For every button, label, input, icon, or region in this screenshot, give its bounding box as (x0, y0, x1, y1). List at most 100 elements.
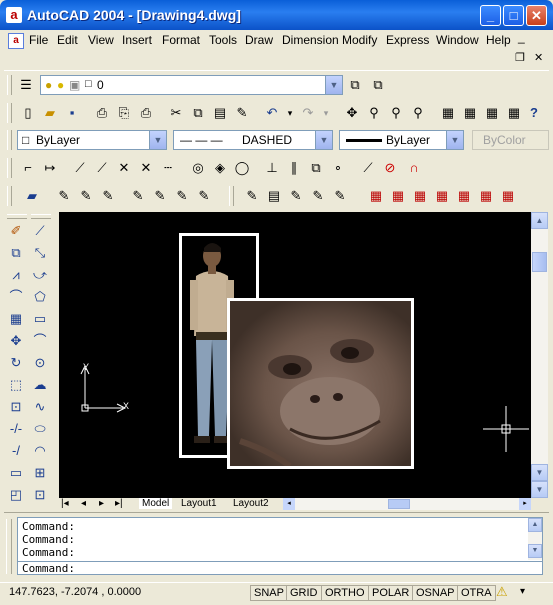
title-bar[interactable]: a AutoCAD 2004 - [Drawing4.dwg] _ □ ✕ (0, 0, 553, 30)
standard-express-3-icon[interactable]: ✎ (288, 188, 304, 204)
erase-icon[interactable]: ✐ (7, 222, 25, 240)
scroll-down-button[interactable]: ▼ (531, 464, 548, 481)
coordinates-display[interactable]: 147.7623, -7.2074 , 0.0000 (9, 586, 141, 598)
lineweight-dropdown[interactable]: ByLayer ▼ (339, 130, 464, 150)
zoom-previous-icon[interactable]: ⚲ (410, 105, 426, 121)
tab-layout1[interactable]: Layout1 (181, 498, 217, 509)
menu-tools[interactable]: Tools (209, 33, 237, 47)
polygon-icon[interactable]: ⬠ (31, 288, 49, 306)
properties-icon[interactable]: ▦ (440, 105, 456, 121)
chevron-down-icon[interactable]: ▼ (315, 131, 332, 149)
toolbar-grip[interactable] (7, 158, 12, 178)
snap-none-icon[interactable]: ⊘ (382, 160, 398, 176)
standard-express-1-icon[interactable]: ✎ (244, 188, 260, 204)
snap-quadrant-icon[interactable]: ◈ (212, 160, 228, 176)
doc-minimize-button[interactable]: _ (518, 30, 525, 44)
toolbar-grip[interactable] (31, 214, 51, 219)
snap-nearest-icon[interactable]: ⟋ (360, 160, 376, 176)
snap-midpoint-icon[interactable]: ⟋ (94, 160, 110, 176)
tab-model[interactable]: Model (139, 498, 173, 509)
snap-from-icon[interactable]: ↦ (42, 160, 58, 176)
revision-cloud-icon[interactable]: ☁ (31, 376, 49, 394)
tag-tools-icon[interactable]: ✎ (174, 188, 190, 204)
hscroll-thumb[interactable] (388, 499, 410, 509)
maximize-button[interactable]: □ (503, 5, 524, 26)
layer-dropdown[interactable]: ● ● ▣ □ 0 ▼ (40, 75, 343, 95)
polyline-icon[interactable]: ⤻ (31, 266, 49, 284)
scroll-up-button[interactable]: ▲ (531, 212, 548, 229)
tab-layout2[interactable]: Layout2 (233, 498, 269, 509)
raster-image-orangutan[interactable] (227, 298, 414, 469)
doc-close-button[interactable]: ✕ (534, 51, 543, 64)
edit-text-icon[interactable]: ✎ (56, 188, 72, 204)
grid-tool-1-icon[interactable]: ▦ (368, 188, 384, 204)
menu-draw[interactable]: Draw (245, 33, 273, 47)
polar-toggle[interactable]: POLAR (368, 585, 414, 601)
command-line-input[interactable]: Command: (17, 561, 543, 575)
mirror-icon[interactable]: ⩘ (7, 266, 25, 284)
ellipse-arc-icon[interactable]: ◠ (31, 442, 49, 460)
communication-center-icon[interactable]: ⚠ (496, 584, 512, 600)
tab-last-button[interactable]: ▸| (115, 498, 123, 509)
insert-block-icon[interactable]: ⊞ (31, 464, 49, 482)
arc-icon[interactable]: ⌒ (31, 332, 49, 350)
snap-parallel-icon[interactable]: ∥ (286, 160, 302, 176)
linetype-dropdown[interactable]: — — — DASHED ▼ (173, 130, 333, 150)
open-folder-icon[interactable]: ▰ (42, 105, 58, 121)
array-icon[interactable]: ▦ (7, 310, 25, 328)
new-file-icon[interactable]: ▯ (20, 105, 36, 121)
plot-preview-icon[interactable]: ⎘ (116, 105, 132, 121)
tab-first-button[interactable]: |◂ (61, 498, 69, 509)
move-copy-icon[interactable]: ✎ (196, 188, 212, 204)
tool-palettes-icon[interactable]: ▦ (484, 105, 500, 121)
break-icon[interactable]: ▭ (7, 464, 25, 482)
circle-icon[interactable]: ⊙ (31, 354, 49, 372)
design-center-icon[interactable]: ▦ (462, 105, 478, 121)
standard-express-2-icon[interactable]: ▤ (266, 188, 282, 204)
toolbar-grip[interactable] (6, 519, 12, 574)
ellipse-icon[interactable]: ⬭ (31, 420, 49, 438)
osnap-settings-icon[interactable]: ∩ (406, 160, 422, 176)
modify-text-icon[interactable]: ✎ (78, 188, 94, 204)
pan-realtime-icon[interactable]: ✥ (344, 105, 360, 121)
save-icon[interactable]: ▪ (64, 105, 80, 121)
minimize-button[interactable]: _ (480, 5, 501, 26)
toolbar-grip[interactable] (229, 186, 234, 206)
menu-file[interactable]: File (29, 33, 48, 47)
scroll-up-button[interactable]: ▲ (528, 518, 542, 532)
vertical-scrollbar[interactable]: ▲ ▼ ▼ (531, 212, 548, 498)
command-scrollbar[interactable]: ▲ ▼ (528, 518, 542, 560)
scroll-left-button[interactable]: ◂ (283, 498, 295, 510)
plot-icon[interactable]: ⎙ (94, 105, 110, 121)
snap-intersection-icon[interactable]: ✕ (116, 160, 132, 176)
offset-icon[interactable]: ⌒ (7, 288, 25, 306)
snap-tangent-icon[interactable]: ◯ (234, 160, 250, 176)
chevron-down-icon[interactable]: ▼ (446, 131, 463, 149)
tab-prev-button[interactable]: ◂ (81, 498, 86, 509)
chevron-down-icon[interactable]: ▼ (149, 131, 166, 149)
block-edit-icon[interactable]: ✎ (152, 188, 168, 204)
block-tools-icon[interactable]: ✎ (130, 188, 146, 204)
arc-text-icon[interactable]: ✎ (100, 188, 116, 204)
menu-express[interactable]: Express (386, 33, 429, 47)
dbconnect-icon[interactable]: ▦ (506, 105, 522, 121)
snap-insert-icon[interactable]: ⧉ (308, 160, 324, 176)
temporary-tracking-icon[interactable]: ⌐ (20, 160, 36, 176)
menu-format[interactable]: Format (162, 33, 200, 47)
menu-insert[interactable]: Insert (122, 33, 152, 47)
move-icon[interactable]: ✥ (7, 332, 25, 350)
extend-icon[interactable]: -/ (7, 442, 25, 460)
redo-icon[interactable]: ↷ (300, 105, 316, 121)
osnap-toggle[interactable]: OSNAP (412, 585, 459, 601)
chamfer-icon[interactable]: ◰ (7, 486, 25, 504)
color-dropdown[interactable]: □ ByLayer ▼ (17, 130, 167, 150)
trim-icon[interactable]: -/- (7, 420, 25, 438)
scroll-down-button[interactable]: ▼ (528, 544, 542, 558)
grid-tool-4-icon[interactable]: ▦ (434, 188, 450, 204)
snap-toggle[interactable]: SNAP (250, 585, 288, 601)
horizontal-scrollbar[interactable]: ◂ ▸ (283, 498, 531, 510)
stretch-icon[interactable]: ⊡ (7, 398, 25, 416)
zoom-window-icon[interactable]: ⚲ (388, 105, 404, 121)
layer-tools-icon[interactable]: ▰ (24, 188, 40, 204)
document-icon[interactable]: a (8, 33, 24, 49)
